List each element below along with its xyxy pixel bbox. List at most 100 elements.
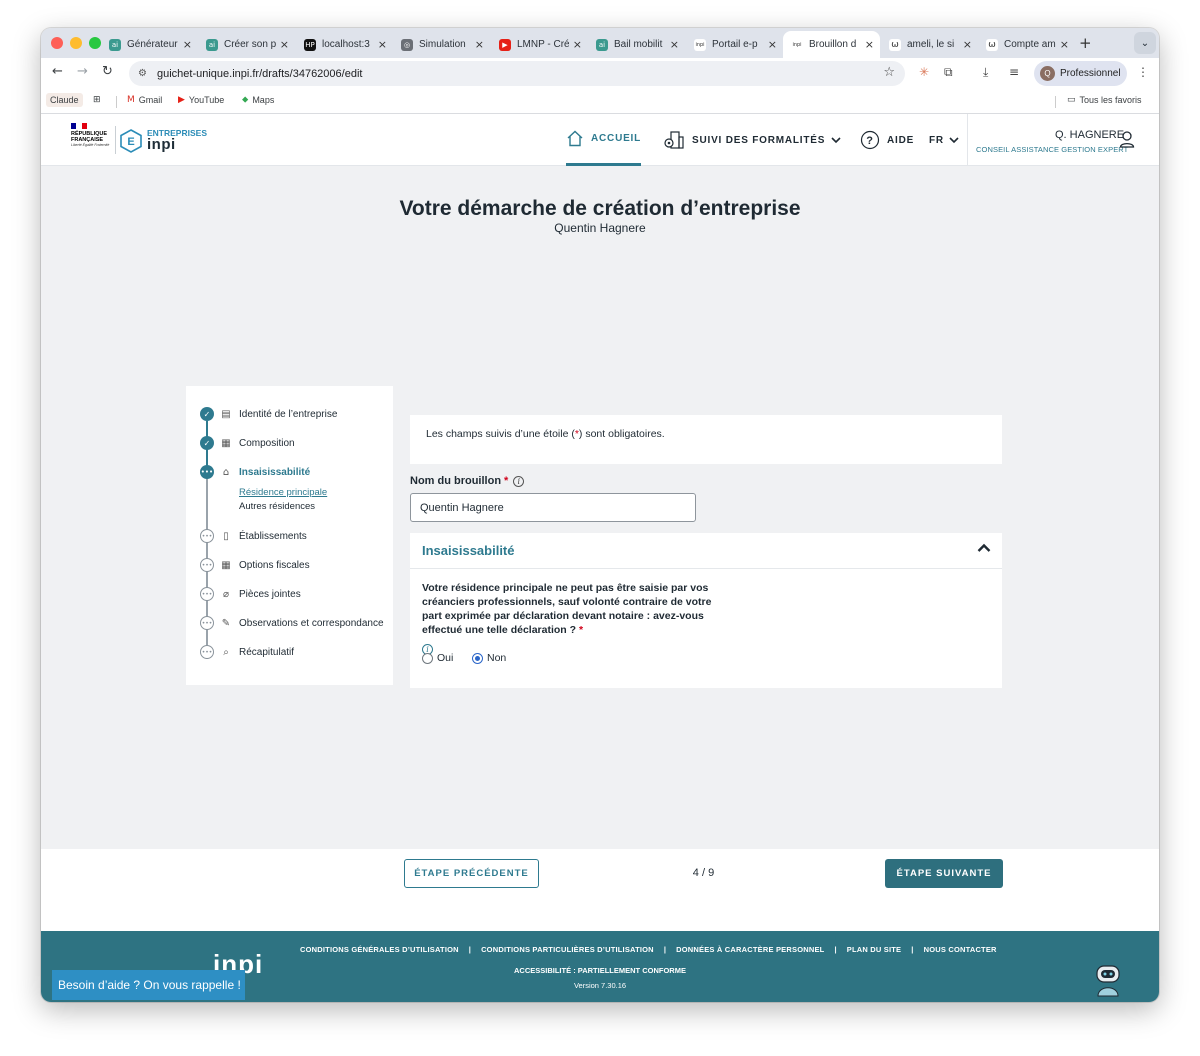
browser-tab[interactable]: ai Créer son p × [198, 31, 295, 58]
bookmarks-bar: Claude ⊞ M Gmail ▶ YouTube ⬥ Maps ▭ Tous les… [41, 89, 1159, 114]
apps-grid-icon[interactable]: ⊞ [93, 95, 105, 105]
download-icon[interactable]: ⤓ [983, 65, 988, 80]
bookmark-gmail[interactable]: M Gmail [127, 95, 162, 105]
panel-title: Insaisissabilité [422, 543, 515, 558]
browser-tab[interactable]: ai Générateur × [101, 31, 198, 58]
close-window-button[interactable] [51, 37, 63, 49]
site-settings-icon[interactable]: ⚙ [138, 68, 147, 79]
bookmark-claude[interactable]: Claude [46, 93, 83, 107]
nav-home[interactable]: ACCUEIL [566, 114, 642, 166]
panel-header[interactable]: Insaisissabilité [410, 533, 1002, 569]
tab-title: Compte am [1004, 39, 1056, 50]
page-subtitle: Quentin Hagnere [554, 221, 646, 235]
tab-favicon-icon: inpi [694, 38, 706, 51]
close-tab-icon[interactable]: × [670, 38, 679, 51]
close-tab-icon[interactable]: × [183, 38, 192, 51]
close-tab-icon[interactable]: × [280, 38, 289, 51]
browser-tab[interactable]: ▶ LMNP - Cré × [491, 31, 588, 58]
new-tab-button[interactable]: + [1079, 34, 1092, 52]
step-pieces-jointes[interactable]: ••• ⌀ Pièces jointes [200, 586, 301, 602]
footer-link[interactable]: CONDITIONS PARTICULIÈRES D’UTILISATION [481, 945, 654, 954]
close-tab-icon[interactable]: × [573, 38, 582, 51]
close-tab-icon[interactable]: × [1060, 38, 1069, 51]
step-icon: ⌕ [223, 646, 229, 658]
ellipsis-icon: ••• [200, 558, 214, 572]
radio-non-circle[interactable] [472, 652, 483, 664]
step-identity[interactable]: ✓ ▤ Identité de l’entreprise [200, 406, 337, 422]
browser-tab[interactable]: ◎ Simulation × [393, 31, 490, 58]
profile-button[interactable]: Q Professionnel [1034, 61, 1127, 86]
previous-step-button[interactable]: ÉTAPE PRÉCÉDENTE [404, 859, 539, 888]
callback-help-button[interactable]: Besoin d’aide ? On vous rappelle ! [52, 970, 245, 1000]
info-icon[interactable]: i [513, 475, 525, 487]
claude-extension-icon[interactable]: ✳ [919, 65, 929, 79]
substep-autres-residences[interactable]: Autres résidences [239, 501, 315, 512]
tab-favicon-icon: ai [109, 38, 121, 51]
youtube-icon: ▶ [178, 95, 185, 105]
close-tab-icon[interactable]: × [378, 38, 387, 51]
footer-link[interactable]: DONNÉES À CARACTÈRE PERSONNEL [676, 945, 824, 954]
step-insaisissabilite[interactable]: ••• ⌂ Insaisissabilité [200, 464, 310, 480]
footer-link-separator: | [834, 945, 837, 954]
user-name[interactable]: Q. HAGNERE [1055, 129, 1124, 141]
browser-tab[interactable]: ω ameli, le si × [881, 31, 978, 58]
chatbot-icon[interactable] [1093, 963, 1123, 997]
step-icon: ▦ [221, 559, 231, 571]
step-icon: ▯ [223, 530, 229, 542]
browser-menu-icon[interactable]: ⋮ [1137, 65, 1149, 79]
bookmark-youtube[interactable]: ▶ YouTube [178, 95, 224, 105]
bookmark-star-icon[interactable]: ☆ [883, 65, 895, 80]
main-content: Votre démarche de création d’entreprise … [41, 167, 1159, 849]
tab-search-button[interactable]: ⌄ [1134, 32, 1156, 54]
chevron-up-icon[interactable] [977, 543, 991, 553]
draft-name-input[interactable] [410, 493, 696, 522]
nav-divider [967, 114, 968, 166]
footer-link-separator: | [468, 945, 472, 954]
footer-link[interactable]: NOUS CONTACTER [924, 945, 997, 954]
forward-icon[interactable]: → [77, 64, 88, 79]
nav-help[interactable]: ? AIDE [860, 114, 914, 166]
bookmark-maps[interactable]: ⬥ Maps [242, 95, 274, 105]
required-fields-notice: Les champs suivis d’une étoile (*) sont … [410, 415, 1002, 464]
close-tab-icon[interactable]: × [865, 38, 874, 51]
close-tab-icon[interactable]: × [768, 38, 777, 51]
back-icon[interactable]: ← [52, 64, 63, 79]
next-step-button[interactable]: ÉTAPE SUIVANTE [885, 859, 1003, 888]
buildings-gear-icon [664, 131, 684, 149]
close-tab-icon[interactable]: × [475, 38, 484, 51]
step-observations[interactable]: ••• ✎ Observations et correspondance [200, 615, 384, 631]
step-recapitulatif[interactable]: ••• ⌕ Récapitulatif [200, 644, 294, 660]
radio-oui[interactable]: Oui [422, 652, 453, 664]
nav-formalities-dropdown[interactable]: SUIVI DES FORMALITÉS [663, 114, 841, 166]
radio-non[interactable]: Non [472, 652, 506, 664]
brand-inpi[interactable]: inpi [147, 136, 176, 153]
ellipsis-icon: ••• [200, 529, 214, 543]
language-selector[interactable]: FR [929, 114, 959, 166]
step-composition[interactable]: ✓ ▦ Composition [200, 435, 295, 451]
tab-title: Créer son p [224, 39, 276, 50]
reload-icon[interactable]: ↻ [102, 64, 113, 79]
extensions-icon[interactable]: ⧉ [944, 65, 953, 80]
address-bar[interactable]: ⚙ guichet-unique.inpi.fr/drafts/34762006… [129, 61, 905, 86]
step-etablissements[interactable]: ••• ▯ Établissements [200, 528, 307, 544]
substep-residence-principale[interactable]: Résidence principale [239, 487, 327, 498]
footer-link-separator: | [911, 945, 914, 954]
maximize-window-button[interactable] [89, 37, 101, 49]
browser-tab[interactable]: inpi Brouillon d × [783, 31, 880, 58]
footer-link[interactable]: CONDITIONS GÉNÉRALES D’UTILISATION [300, 945, 459, 954]
browser-tab[interactable]: HP localhost:3 × [296, 31, 393, 58]
step-icon: ⌂ [222, 466, 230, 478]
browser-tab[interactable]: ω Compte am × [978, 31, 1075, 58]
all-bookmarks[interactable]: ▭ Tous les favoris [1067, 95, 1142, 105]
radio-oui-circle[interactable] [422, 652, 433, 664]
step-options-fiscales[interactable]: ••• ▦ Options fiscales [200, 557, 310, 573]
browser-tab[interactable]: ai Bail mobilit × [588, 31, 685, 58]
tab-favicon-icon: ◎ [401, 38, 413, 51]
url-text[interactable]: guichet-unique.inpi.fr/drafts/34762006/e… [157, 68, 362, 80]
reading-list-icon[interactable]: ≡ [1009, 65, 1019, 79]
close-tab-icon[interactable]: × [963, 38, 972, 51]
browser-tab[interactable]: inpi Portail e-p × [686, 31, 783, 58]
minimize-window-button[interactable] [70, 37, 82, 49]
user-icon[interactable] [1119, 130, 1135, 148]
footer-link[interactable]: PLAN DU SITE [847, 945, 902, 954]
